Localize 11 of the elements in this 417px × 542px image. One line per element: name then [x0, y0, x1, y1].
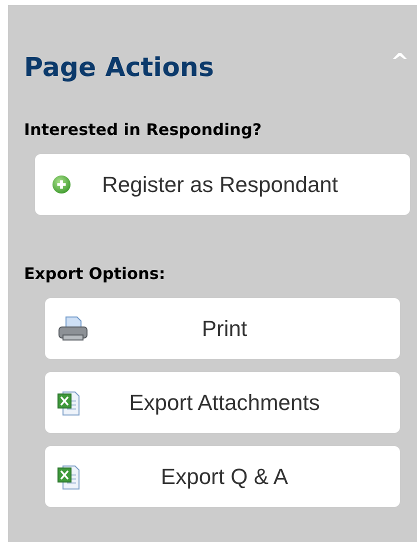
- printer-icon: [57, 316, 89, 342]
- spreadsheet-icon: [57, 390, 81, 416]
- action-button[interactable]: Print: [45, 298, 400, 359]
- plus-circle-icon: [52, 175, 71, 194]
- spreadsheet-icon: [57, 464, 81, 490]
- section-heading: Export Options:: [24, 264, 166, 283]
- action-button[interactable]: Export Attachments: [45, 372, 400, 433]
- action-button[interactable]: Export Q & A: [45, 446, 400, 507]
- action-button[interactable]: Register as Respondant: [35, 154, 410, 215]
- section-heading: Interested in Responding?: [24, 120, 263, 139]
- panel-title: Page Actions: [24, 53, 214, 83]
